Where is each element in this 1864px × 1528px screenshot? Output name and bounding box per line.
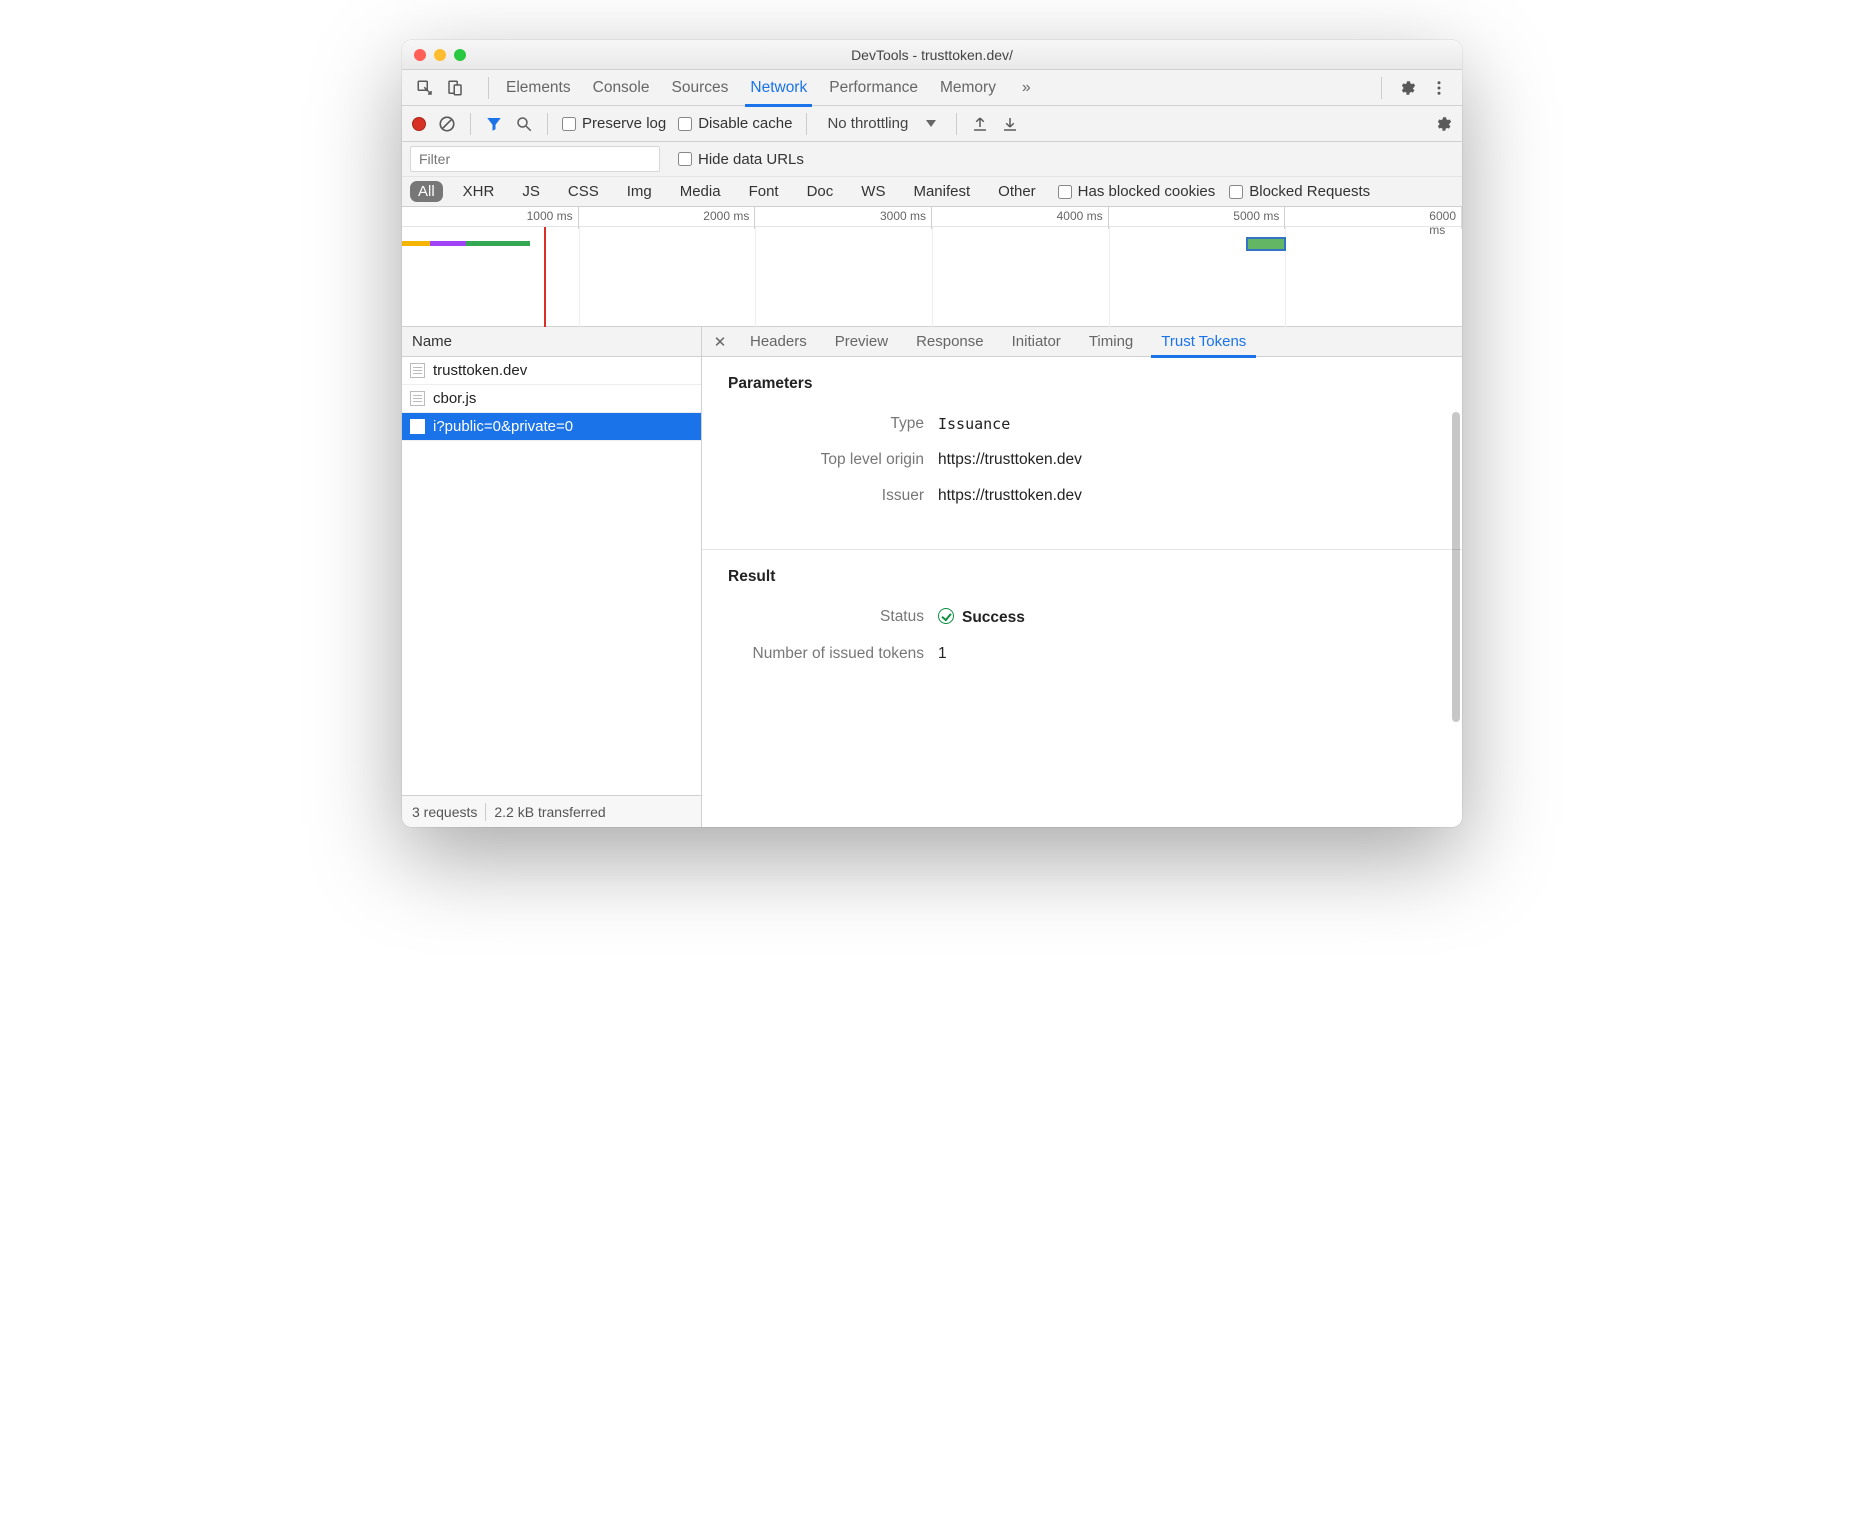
clear-icon[interactable] (438, 115, 456, 133)
timeline-tick: 2000 ms (703, 209, 755, 223)
timeline-tick: 3000 ms (880, 209, 932, 223)
detail-tab-preview[interactable]: Preview (821, 327, 902, 357)
window-title: DevTools - trusttoken.dev/ (402, 47, 1462, 63)
document-icon (410, 419, 425, 434)
timeline-tick: 4000 ms (1057, 209, 1109, 223)
tab-elements[interactable]: Elements (495, 70, 582, 106)
scrollbar-thumb[interactable] (1452, 412, 1460, 722)
success-check-icon (938, 608, 954, 624)
tab-memory[interactable]: Memory (929, 70, 1007, 106)
menu-kebab-icon[interactable] (1430, 79, 1448, 97)
tab-sources[interactable]: Sources (661, 70, 740, 106)
record-button[interactable] (412, 117, 426, 131)
settings-gear-icon[interactable] (1398, 79, 1416, 97)
document-icon (410, 391, 425, 406)
timeline-tick: 5000 ms (1233, 209, 1285, 223)
detail-tab-timing[interactable]: Timing (1075, 327, 1147, 357)
document-icon (410, 363, 425, 378)
timeline-tick: 1000 ms (527, 209, 579, 223)
inspect-icon[interactable] (416, 79, 434, 97)
device-toggle-icon[interactable] (446, 79, 464, 97)
detail-tab-response[interactable]: Response (902, 327, 998, 357)
devtools-window: DevTools - trusttoken.dev/ ElementsConso… (402, 40, 1462, 827)
network-toolbar: Preserve log Disable cache No throttling (402, 106, 1462, 142)
titlebar: DevTools - trusttoken.dev/ (402, 40, 1462, 70)
detail-tab-initiator[interactable]: Initiator (998, 327, 1075, 357)
detail-tab-headers[interactable]: Headers (736, 327, 821, 357)
tabs-overflow[interactable]: » (1011, 70, 1042, 106)
tab-console[interactable]: Console (582, 70, 661, 106)
timeline-overview[interactable]: 1000 ms2000 ms3000 ms4000 ms5000 ms6000 … (402, 207, 1462, 327)
main-tabbar: ElementsConsoleSourcesNetworkPerformance… (402, 70, 1462, 106)
tab-network[interactable]: Network (739, 70, 818, 106)
tab-performance[interactable]: Performance (818, 70, 929, 106)
detail-tab-trust-tokens[interactable]: Trust Tokens (1147, 327, 1260, 357)
